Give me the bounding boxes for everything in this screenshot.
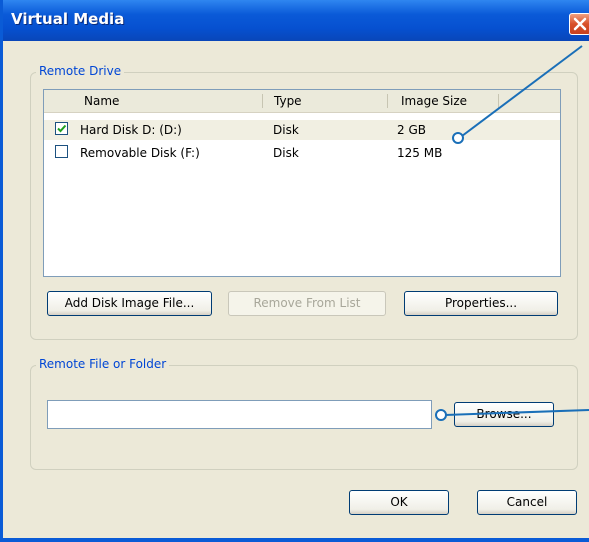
title-bar[interactable]: Virtual Media <box>3 0 589 41</box>
column-separator[interactable] <box>262 94 263 108</box>
remote-file-input[interactable] <box>47 400 432 429</box>
cancel-button[interactable]: Cancel <box>477 490 577 515</box>
drive-size: 125 MB <box>397 146 443 160</box>
column-separator[interactable] <box>387 94 388 108</box>
close-button[interactable] <box>569 13 589 35</box>
list-item[interactable]: Hard Disk D: (D:) Disk 2 GB <box>44 120 560 140</box>
ok-button[interactable]: OK <box>349 490 449 515</box>
list-header: Name Type Image Size <box>44 90 560 113</box>
drive-name: Hard Disk D: (D:) <box>80 123 182 137</box>
drive-list[interactable]: Name Type Image Size Hard Disk D: (D:) D… <box>43 89 561 277</box>
virtual-media-dialog: Virtual Media Remote Drive Name Type Ima… <box>0 0 589 542</box>
properties-button[interactable]: Properties... <box>404 291 558 316</box>
column-header-name[interactable]: Name <box>84 90 119 112</box>
drive-type: Disk <box>273 123 299 137</box>
add-disk-image-button[interactable]: Add Disk Image File... <box>47 291 212 316</box>
drive-name: Removable Disk (F:) <box>80 146 200 160</box>
column-separator[interactable] <box>498 94 499 108</box>
list-item[interactable]: Removable Disk (F:) Disk 125 MB <box>44 143 560 163</box>
remote-drive-label: Remote Drive <box>36 64 125 78</box>
drive-type: Disk <box>273 146 299 160</box>
remove-from-list-button[interactable]: Remove From List <box>228 291 386 316</box>
column-header-image-size[interactable]: Image Size <box>401 90 467 112</box>
window-title: Virtual Media <box>11 10 125 28</box>
row-checkbox[interactable] <box>55 122 68 135</box>
remote-file-label: Remote File or Folder <box>36 357 170 371</box>
row-checkbox[interactable] <box>55 145 68 158</box>
browse-button[interactable]: Browse... <box>454 402 554 427</box>
drive-size: 2 GB <box>397 123 426 137</box>
column-header-type[interactable]: Type <box>274 90 302 112</box>
